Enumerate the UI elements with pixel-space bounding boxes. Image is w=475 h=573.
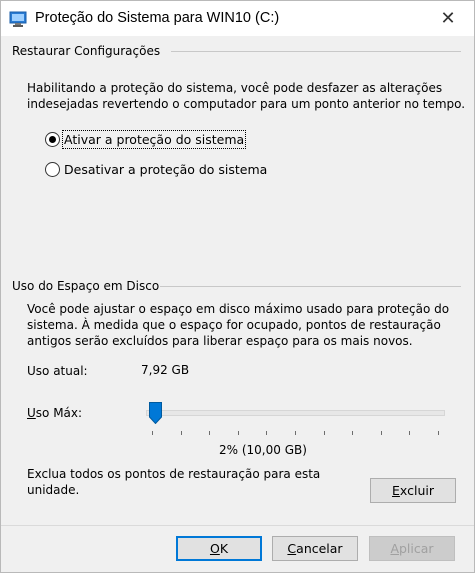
disk-group-divider <box>160 286 461 287</box>
slider-tick <box>152 431 153 435</box>
current-usage-label: Uso atual: <box>27 364 88 378</box>
disk-description: Você pode ajustar o espaço em disco máxi… <box>27 301 449 349</box>
ok-button-label-rest: K <box>219 541 229 556</box>
close-icon[interactable]: ✕ <box>436 7 460 29</box>
system-protection-icon <box>9 10 27 28</box>
max-usage-readout: 2% (10,00 GB) <box>219 443 307 457</box>
cancel-button[interactable]: Cancelar <box>272 536 358 561</box>
slider-tick <box>352 431 353 435</box>
delete-description-line: Exclua todos os pontos de restauração pa… <box>27 467 321 481</box>
slider-tick <box>438 431 439 435</box>
slider-tick <box>181 431 182 435</box>
ok-button[interactable]: OK <box>176 536 262 561</box>
radio-disable-label[interactable]: Desativar a proteção do sistema <box>63 161 268 178</box>
restore-description-line: Habilitando a proteção do sistema, você … <box>27 81 443 95</box>
disk-description-line: sistema. À medida que o espaço for ocupa… <box>27 318 441 332</box>
disk-description-line: antigos serão excluídos para liberar esp… <box>27 334 413 348</box>
cancel-button-label-rest: ancelar <box>296 541 343 556</box>
restore-description-line: indesejadas revertendo o computador para… <box>27 97 466 111</box>
slider-tick <box>209 431 210 435</box>
radio-disable-protection[interactable]: Desativar a proteção do sistema <box>45 161 268 178</box>
delete-description: Exclua todos os pontos de restauração pa… <box>27 466 320 498</box>
apply-button[interactable]: Aplicar <box>369 536 455 561</box>
cancel-button-accesskey: C <box>287 541 297 556</box>
slider-tick <box>409 431 410 435</box>
title-bar: Proteção do Sistema para WIN10 (C:) ✕ <box>1 1 474 36</box>
radio-enable-label[interactable]: Ativar a proteção do sistema <box>61 130 247 149</box>
apply-button-accesskey: A <box>390 541 399 556</box>
max-usage-label-rest: so Máx: <box>35 406 83 420</box>
radio-enable-protection[interactable]: Ativar a proteção do sistema <box>45 130 247 149</box>
delete-button[interactable]: Excluir <box>370 478 456 503</box>
slider-tick <box>266 431 267 435</box>
footer-divider <box>1 525 474 526</box>
apply-button-label-rest: plicar <box>399 541 434 556</box>
delete-button-accesskey: E <box>392 483 400 498</box>
radio-button-unchecked[interactable] <box>45 162 60 177</box>
window-title: Proteção do Sistema para WIN10 (C:) <box>35 10 280 26</box>
max-usage-slider-track[interactable] <box>146 410 445 416</box>
radio-button-checked[interactable] <box>45 132 60 147</box>
current-usage-value: 7,92 GB <box>141 363 190 377</box>
slider-tick <box>324 431 325 435</box>
dialog-window: Proteção do Sistema para WIN10 (C:) ✕ Re… <box>0 0 475 573</box>
slider-tick <box>295 431 296 435</box>
restore-group-divider <box>171 51 461 52</box>
slider-tick <box>381 431 382 435</box>
restore-description: Habilitando a proteção do sistema, você … <box>27 80 465 112</box>
disk-description-line: Você pode ajustar o espaço em disco máxi… <box>27 302 450 316</box>
delete-description-line: unidade. <box>27 483 80 497</box>
ok-button-accesskey: O <box>209 541 220 556</box>
max-usage-slider-thumb[interactable] <box>149 402 162 424</box>
max-usage-accesskey: U <box>27 406 36 420</box>
restore-group-label: Restaurar Configurações <box>12 44 161 58</box>
disk-group-label: Uso do Espaço em Disco <box>12 279 160 293</box>
slider-tick <box>238 431 239 435</box>
max-usage-label: Uso Máx: <box>27 405 82 421</box>
delete-button-label-rest: xcluir <box>399 483 434 498</box>
